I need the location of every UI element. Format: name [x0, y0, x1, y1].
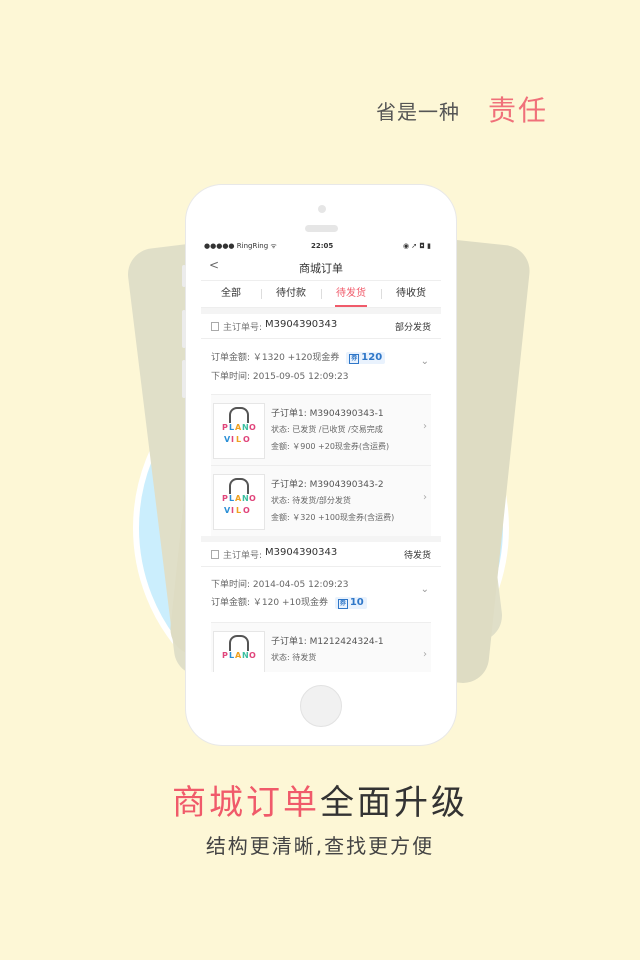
order-status: 待发货 [403, 551, 431, 561]
subheadline: 结构更清晰,查找更方便 [205, 834, 435, 858]
page-title: 商城订单 [299, 262, 343, 275]
home-button[interactable] [300, 685, 342, 727]
coupon-icon: 券 [337, 599, 348, 609]
order-time: 2015-09-05 12:09:23 [252, 372, 349, 382]
navigation-bar: < 商城订单 [201, 254, 441, 281]
headline: 商城订单全面升级 [0, 775, 640, 824]
sub-order-id: 子订单1: M1212424324-1 [271, 637, 384, 647]
chevron-right-icon[interactable]: › [423, 421, 427, 432]
order-time-row: 下单时间: 2015-09-05 12:09:23 [211, 369, 349, 382]
order-number: M3904390343 [265, 319, 338, 330]
headline-rest: 全面升级 [320, 783, 468, 823]
chevron-down-icon[interactable]: ⌄ [421, 584, 429, 595]
order-summary[interactable]: 下单时间: 2014-04-05 12:09:23 订单金额: ￥120 +10… [201, 567, 441, 622]
order-amount: ￥120 +10现金券 [252, 598, 328, 608]
product-thumbnail: PLANO VILO [213, 474, 265, 530]
order-time-label: 下单时间: [211, 372, 251, 382]
chevron-right-icon[interactable]: › [423, 649, 427, 660]
headline-highlight: 商城订单 [172, 783, 320, 823]
phone-mute-switch [182, 265, 186, 287]
sub-order-id: 子订单1: M3904390343-1 [271, 409, 384, 419]
product-thumbnail: PLANO [213, 631, 265, 672]
order-time-label: 下单时间: [211, 580, 251, 590]
sub-order-id: 子订单2: M3904390343-2 [271, 480, 384, 490]
document-icon [211, 322, 219, 331]
status-bar: ●●●●● RingRing ᯤ 22:05 ◉ ➚ ◘ ▮ [201, 240, 441, 254]
sub-order-state: 状态: 待发货 [271, 653, 317, 662]
carrier-signal: ●●●●● RingRing ᯤ [204, 242, 277, 250]
sub-order-state: 状态: 待发货/部分发货 [271, 496, 351, 505]
tagline: 省是一种 责任 [376, 86, 576, 127]
sub-order-money: 金额: ￥320 +100现金券(含运费) [271, 513, 395, 522]
order-amount-row: 订单金额: ￥1320 +120现金券 券 120 [211, 350, 386, 364]
order-amount: ￥1320 +120现金券 [252, 353, 340, 363]
order-tabs: 全部 待付款 待发货 待收货 [201, 281, 441, 308]
order-status: 部分发货 [394, 323, 431, 333]
tab-all[interactable]: 全部 [201, 281, 261, 307]
coupon-badge: 券 10 [334, 597, 367, 609]
order-number-label: 主订单号: [223, 551, 263, 561]
order-header: 主订单号: M3904390343 待发货 [201, 542, 441, 567]
order-number-label: 主订单号: [223, 323, 263, 333]
chevron-right-icon[interactable]: › [423, 492, 427, 503]
order-amount-label: 订单金额: [211, 598, 251, 608]
coupon-value: 10 [349, 597, 364, 608]
phone-camera [318, 205, 326, 213]
order-card: 主订单号: M3904390343 部分发货 订单金额: ￥1320 +120现… [201, 314, 441, 536]
sub-order-item[interactable]: PLANO VILO 子订单1: M3904390343-1 状态: 已发货 /… [211, 394, 431, 465]
tagline-text: 省是一种 [376, 100, 460, 124]
order-header: 主订单号: M3904390343 部分发货 [201, 314, 441, 339]
coupon-badge: 券 120 [346, 352, 386, 364]
phone-volume-down [182, 360, 186, 398]
order-time: 2014-04-05 12:09:23 [252, 580, 349, 590]
order-summary[interactable]: 订单金额: ￥1320 +120现金券 券 120 下单时间: 2015-09-0… [201, 339, 441, 394]
status-time: 22:05 [311, 242, 334, 250]
phone-volume-up [182, 310, 186, 348]
sub-order-state: 状态: 已发货 /已收货 /交易完成 [271, 425, 383, 434]
coupon-value: 120 [361, 352, 383, 363]
tab-pending-receipt[interactable]: 待收货 [381, 281, 441, 307]
app-screen: ●●●●● RingRing ᯤ 22:05 ◉ ➚ ◘ ▮ < 商城订单 全部… [201, 240, 441, 672]
tab-pending-payment[interactable]: 待付款 [261, 281, 321, 307]
tagline-highlight: 责任 [488, 94, 549, 127]
document-icon [211, 550, 219, 559]
chevron-down-icon[interactable]: ⌄ [421, 356, 429, 367]
order-card: 主订单号: M3904390343 待发货 下单时间: 2014-04-05 1… [201, 542, 441, 672]
product-thumbnail: PLANO VILO [213, 403, 265, 459]
status-icons: ◉ ➚ ◘ ▮ [402, 242, 431, 250]
order-amount-label: 订单金额: [211, 353, 251, 363]
sub-order-item[interactable]: PLANO VILO 子订单2: M3904390343-2 状态: 待发货/部… [211, 465, 431, 536]
phone-speaker [305, 225, 338, 232]
order-time-row: 下单时间: 2014-04-05 12:09:23 [211, 577, 349, 590]
sub-order-money: 金额: ￥900 +20现金券(含运费) [271, 442, 390, 451]
tab-pending-shipment[interactable]: 待发货 [321, 281, 381, 307]
order-number: M3904390343 [265, 547, 338, 558]
order-amount-row: 订单金额: ￥120 +10现金券 券 10 [211, 595, 367, 609]
sub-order-item[interactable]: PLANO 子订单1: M1212424324-1 状态: 待发货 › [211, 622, 431, 672]
coupon-icon: 券 [349, 354, 360, 364]
